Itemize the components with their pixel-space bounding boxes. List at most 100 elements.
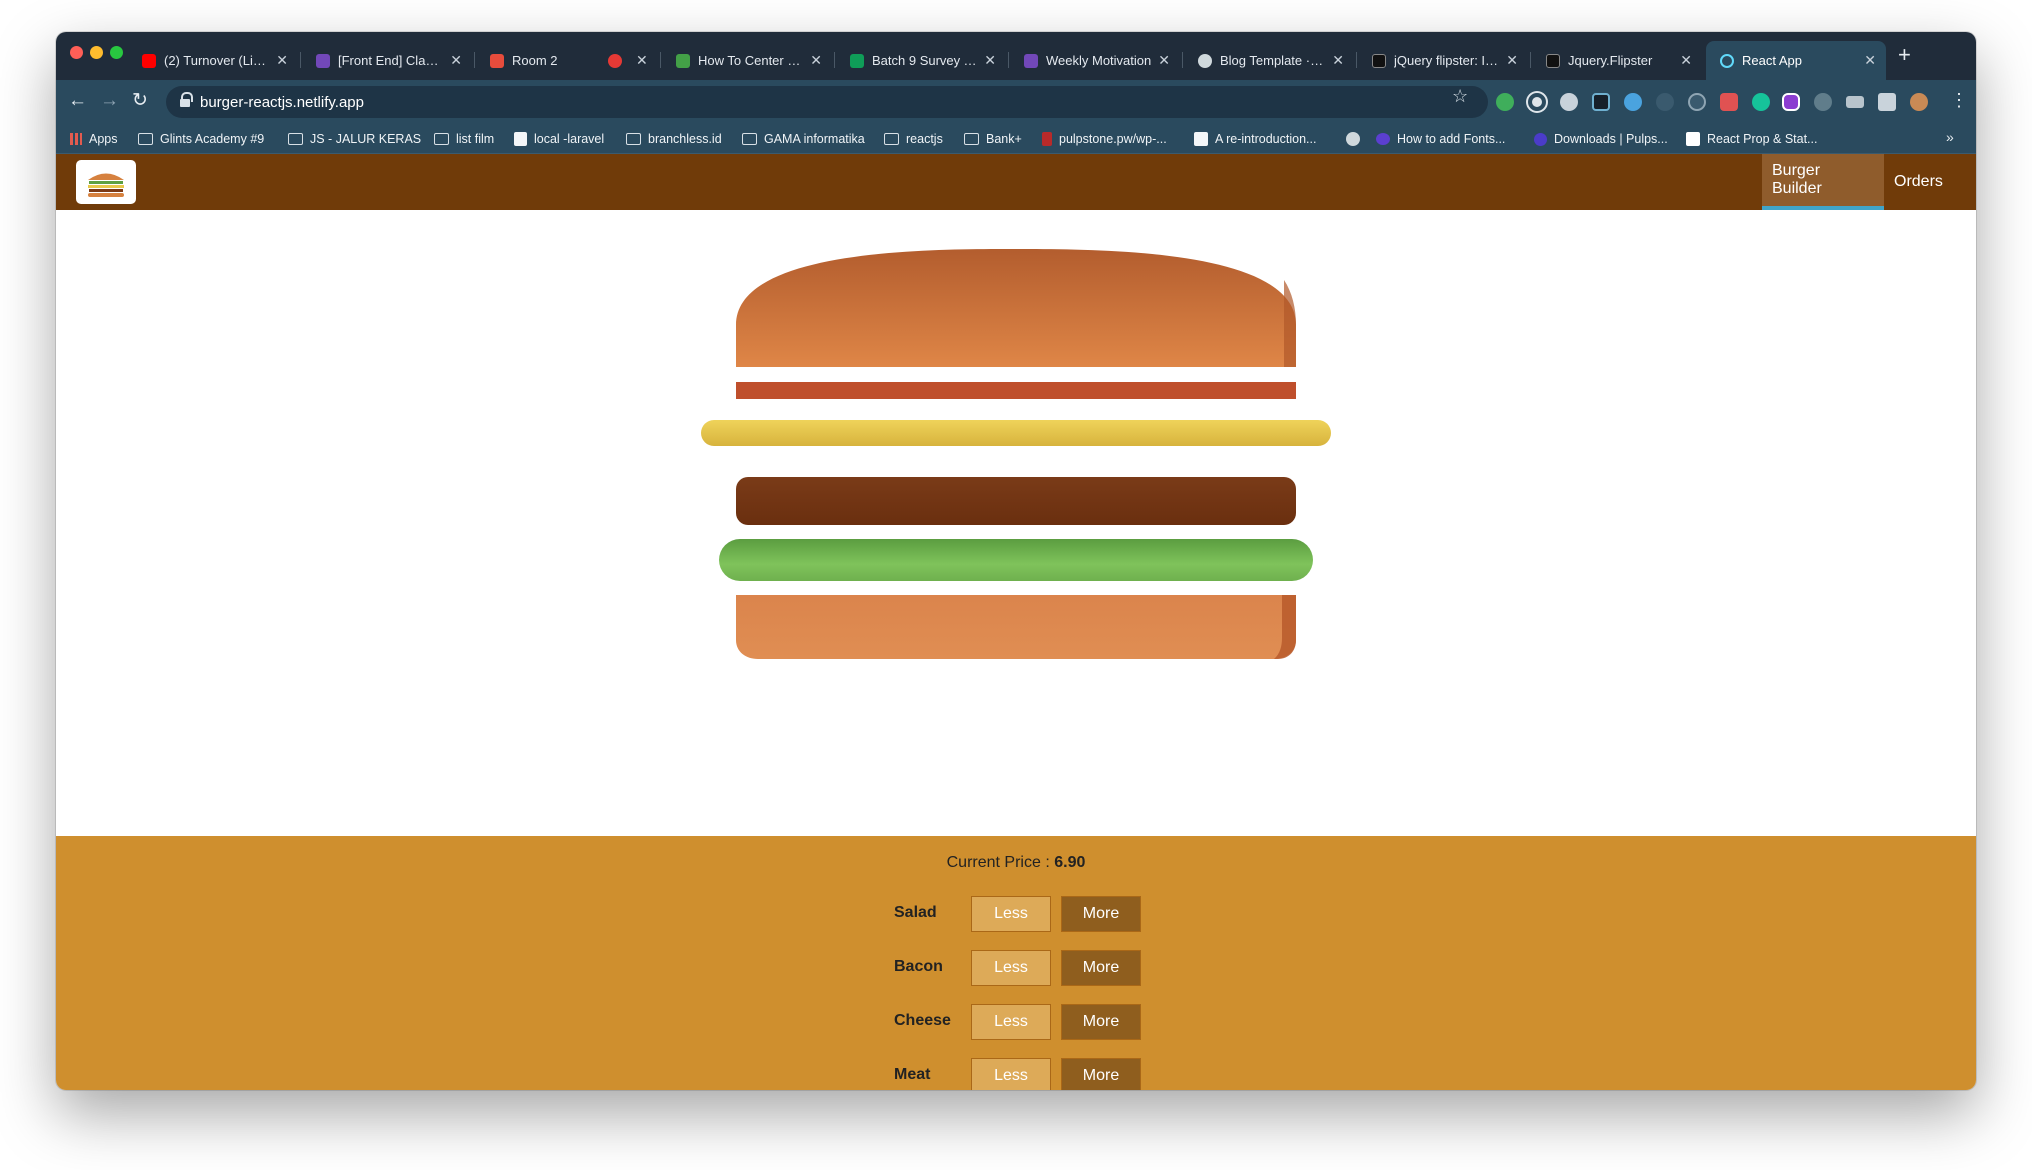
tab-title: Blog Template · Boo xyxy=(1220,53,1327,68)
close-tab-icon[interactable]: ✕ xyxy=(1506,52,1518,69)
close-tab-icon[interactable]: ✕ xyxy=(810,52,822,69)
bookmark-branchless[interactable]: branchless.id xyxy=(626,130,722,148)
extensions-puzzle-icon[interactable] xyxy=(1878,93,1896,111)
folder-icon xyxy=(626,133,641,145)
cheese-less-button[interactable]: Less xyxy=(971,1004,1051,1040)
nav-burger-builder[interactable]: Burger Builder xyxy=(1762,154,1884,210)
meat-less-button[interactable]: Less xyxy=(971,1058,1051,1090)
reload-icon[interactable]: ↻ xyxy=(132,90,148,112)
bookmark-label: local -laravel xyxy=(534,132,605,146)
bookmark-label: Bank+ xyxy=(986,132,1022,146)
tab-strip: (2) Turnover (Live a ✕ [Front End] Class… xyxy=(56,32,1976,80)
extension-react-devtools-icon[interactable] xyxy=(1592,93,1610,111)
profile-avatar[interactable] xyxy=(1910,93,1928,111)
tab-title: jQuery flipster: Ima xyxy=(1394,53,1501,68)
bookmark-label: Downloads | Pulps... xyxy=(1554,132,1668,146)
window-maximize-button[interactable] xyxy=(110,46,123,59)
extension-c-icon[interactable] xyxy=(1688,93,1706,111)
bookmark-js-jalur-keras[interactable]: JS - JALUR KERAS xyxy=(288,130,421,148)
extension-blue-icon[interactable] xyxy=(1624,93,1642,111)
extension-ring-icon[interactable] xyxy=(1528,93,1546,111)
bookmark-apps[interactable]: Apps xyxy=(70,130,118,148)
tab-room-2[interactable]: Room 2 xyxy=(476,41,586,80)
nav-orders[interactable]: Orders xyxy=(1884,154,1964,210)
tab-react-app[interactable]: React App ✕ xyxy=(1706,41,1886,80)
address-bar[interactable]: burger-reactjs.netlify.app xyxy=(166,86,1488,118)
tab-jquery-flipster-image[interactable]: jQuery flipster: Ima ✕ xyxy=(1358,41,1528,80)
salad xyxy=(719,539,1313,581)
bookmark-gama-informatika[interactable]: GAMA informatika xyxy=(742,130,865,148)
bookmark-re-introduction[interactable]: A re-introduction... xyxy=(1194,130,1316,148)
salad-more-button[interactable]: More xyxy=(1061,896,1141,932)
extension-grammarly-icon[interactable] xyxy=(1752,93,1770,111)
bookmark-star-icon[interactable]: ☆ xyxy=(1452,86,1468,107)
pulpstone-icon xyxy=(1042,132,1052,146)
extension-purple-icon[interactable] xyxy=(1782,93,1800,111)
extension-evernote-icon[interactable] xyxy=(1496,93,1514,111)
meat-more-button[interactable]: More xyxy=(1061,1058,1141,1090)
bookmark-pulpstone[interactable]: pulpstone.pw/wp-... xyxy=(1042,130,1167,148)
tab-batch-9-survey[interactable]: Batch 9 Survey Tra ✕ xyxy=(836,41,1006,80)
extension-wave-icon[interactable] xyxy=(1656,93,1674,111)
cheese xyxy=(701,420,1331,446)
bookmark-label: JS - JALUR KERAS xyxy=(310,132,422,146)
back-arrow-icon[interactable]: ← xyxy=(68,90,87,112)
control-row-bacon: Bacon Less More xyxy=(56,950,1976,986)
new-tab-button[interactable]: + xyxy=(1898,44,1911,66)
extension-card-icon[interactable] xyxy=(1846,96,1864,108)
window-minimize-button[interactable] xyxy=(90,46,103,59)
bookmark-label: Apps xyxy=(89,132,118,146)
bookmark-bank-plus[interactable]: Bank+ xyxy=(964,130,1022,148)
tab-recording[interactable]: ✕ xyxy=(594,41,658,80)
screen: (2) Turnover (Live a ✕ [Front End] Class… xyxy=(0,0,2032,1170)
cheese-more-button[interactable]: More xyxy=(1061,1004,1141,1040)
tab-title: How To Center an E xyxy=(698,53,805,68)
extension-dropper-icon[interactable] xyxy=(1814,93,1832,111)
close-tab-icon[interactable]: ✕ xyxy=(276,52,288,69)
bookmark-glints-academy[interactable]: Glints Academy #9 xyxy=(138,130,264,148)
close-tab-icon[interactable]: ✕ xyxy=(1332,52,1344,69)
window-close-button[interactable] xyxy=(70,46,83,59)
bookmark-label: pulpstone.pw/wp-... xyxy=(1059,132,1167,146)
mdn-icon xyxy=(1194,132,1208,146)
bacon-less-button[interactable]: Less xyxy=(971,950,1051,986)
bookmark-add-fonts[interactable]: How to add Fonts... xyxy=(1376,130,1505,148)
lock-icon xyxy=(180,92,193,108)
tab-turnover[interactable]: (2) Turnover (Live a ✕ xyxy=(128,41,298,80)
font-icon xyxy=(1376,133,1390,145)
browser-menu-icon[interactable]: ⋮ xyxy=(1950,90,1968,111)
close-tab-icon[interactable]: ✕ xyxy=(1158,52,1170,69)
pulpstone-icon xyxy=(1534,132,1547,146)
form-icon xyxy=(316,53,330,68)
close-tab-icon[interactable]: ✕ xyxy=(636,52,648,69)
close-tab-icon[interactable]: ✕ xyxy=(1864,52,1876,69)
extension-gear-icon[interactable] xyxy=(1560,93,1578,111)
folder-icon xyxy=(288,133,303,145)
bookmark-downloads-pulpstone[interactable]: Downloads | Pulps... xyxy=(1534,130,1668,148)
salad-less-button[interactable]: Less xyxy=(971,896,1051,932)
tab-blog-template[interactable]: Blog Template · Boo ✕ xyxy=(1184,41,1354,80)
chat-icon xyxy=(490,53,504,68)
bookmark-local-laravel[interactable]: local -laravel xyxy=(514,130,604,148)
burger-logo-icon[interactable] xyxy=(76,160,136,204)
forward-arrow-icon[interactable]: → xyxy=(100,90,119,112)
close-tab-icon[interactable]: ✕ xyxy=(450,52,462,69)
bookmark-react-prop-state[interactable]: React Prop & Stat... xyxy=(1686,130,1817,148)
tab-front-end-class[interactable]: [Front End] Class E ✕ xyxy=(302,41,472,80)
bookmarks-overflow-icon[interactable]: » xyxy=(1946,129,1954,145)
tab-weekly-motivation[interactable]: Weekly Motivation ✕ xyxy=(1010,41,1180,80)
bookmark-list-film[interactable]: list film xyxy=(434,130,494,148)
tab-how-to-center[interactable]: How To Center an E ✕ xyxy=(662,41,832,80)
close-tab-icon[interactable]: ✕ xyxy=(1680,52,1692,69)
bookmark-label: How to add Fonts... xyxy=(1397,132,1506,146)
close-tab-icon[interactable]: ✕ xyxy=(984,52,996,69)
bookmark-globe[interactable] xyxy=(1346,130,1360,148)
extension-pen-icon[interactable] xyxy=(1720,93,1738,111)
bookmark-label: A re-introduction... xyxy=(1215,132,1317,146)
build-controls: Current Price : 6.90 Salad Less More Bac… xyxy=(56,836,1976,1090)
current-price: Current Price : 6.90 xyxy=(56,854,1976,872)
bacon-more-button[interactable]: More xyxy=(1061,950,1141,986)
price-label: Current Price : xyxy=(946,854,1050,871)
bookmark-reactjs[interactable]: reactjs xyxy=(884,130,943,148)
tab-jquery-flipster[interactable]: Jquery.Flipster ✕ xyxy=(1532,41,1702,80)
